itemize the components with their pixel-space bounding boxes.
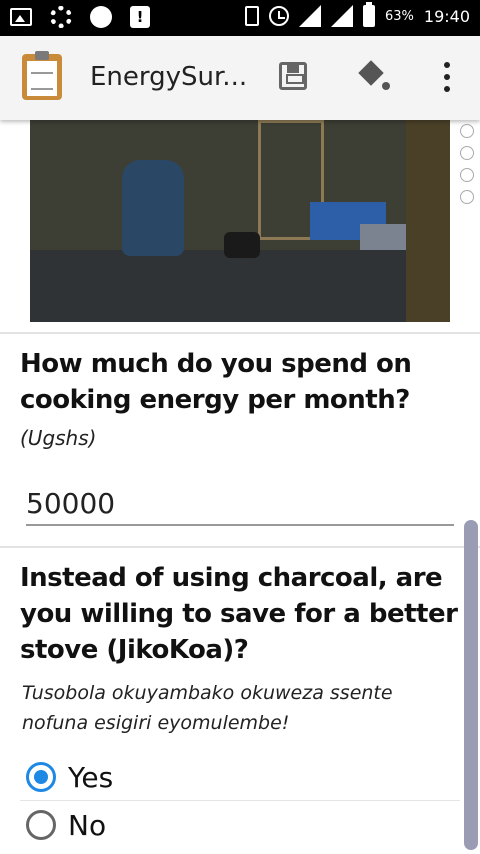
photo-cloth (360, 224, 406, 250)
page-indicator (460, 124, 474, 204)
spend-amount-input[interactable] (26, 482, 454, 526)
question-stove-hint: Tusobola okuyambako okuweza ssente nofun… (22, 682, 393, 734)
page-dot (460, 190, 474, 204)
image-icon (10, 8, 32, 26)
vibrate-icon (244, 6, 259, 26)
finalize-dot (382, 82, 390, 90)
battery-percent: 63% (384, 8, 414, 24)
clipboard-lines (31, 72, 53, 90)
menu-dot (444, 86, 450, 92)
question-spend-label: How much do you spend on cooking energy … (20, 349, 412, 415)
photo-water-bottle (122, 160, 184, 256)
save-button[interactable] (279, 62, 307, 90)
option-divider (20, 800, 460, 801)
question-stove-label: Instead of using charcoal, are you willi… (20, 563, 458, 665)
page-dot (460, 168, 474, 182)
finalize-arrow-icon (358, 60, 384, 86)
option-yes[interactable]: Yes (26, 754, 460, 800)
form-content[interactable]: How much do you spend on cooking energy … (0, 120, 480, 854)
more-options-button[interactable] (440, 62, 454, 92)
option-yes-label: Yes (68, 760, 114, 794)
page-dot (460, 124, 474, 138)
menu-dot (444, 74, 450, 80)
page-dot (460, 146, 474, 160)
battery-icon (362, 2, 375, 27)
clock: 19:40 (423, 6, 470, 26)
status-bar: ! 63% 19:40 (0, 0, 480, 36)
menu-dot (444, 62, 450, 68)
divider (0, 546, 480, 548)
signal-icon (298, 5, 321, 27)
notification-icons: ! (10, 6, 150, 28)
app-notification-icon (50, 6, 72, 28)
scrollbar[interactable] (464, 520, 478, 850)
signal-icon-2 (330, 5, 353, 27)
kitchen-photo (30, 120, 450, 322)
photo-floor (30, 250, 450, 322)
alarm-icon (268, 6, 289, 26)
app-title: EnergySur... (90, 62, 248, 92)
question-spend-hint: (Ugshs) (20, 426, 97, 450)
app-bar: EnergySur... (0, 36, 480, 120)
option-no[interactable]: No (26, 802, 460, 848)
photo-curtain (406, 120, 450, 322)
circle-notification-icon (90, 6, 112, 28)
radio-unchecked-icon[interactable] (26, 810, 56, 840)
divider (0, 332, 480, 334)
alert-icon: ! (130, 6, 150, 28)
option-no-label: No (68, 808, 107, 842)
photo-pot (224, 232, 260, 258)
radio-checked-icon[interactable] (26, 762, 56, 792)
system-icons: 63% 19:40 (244, 2, 470, 27)
finalize-button[interactable] (358, 60, 394, 94)
